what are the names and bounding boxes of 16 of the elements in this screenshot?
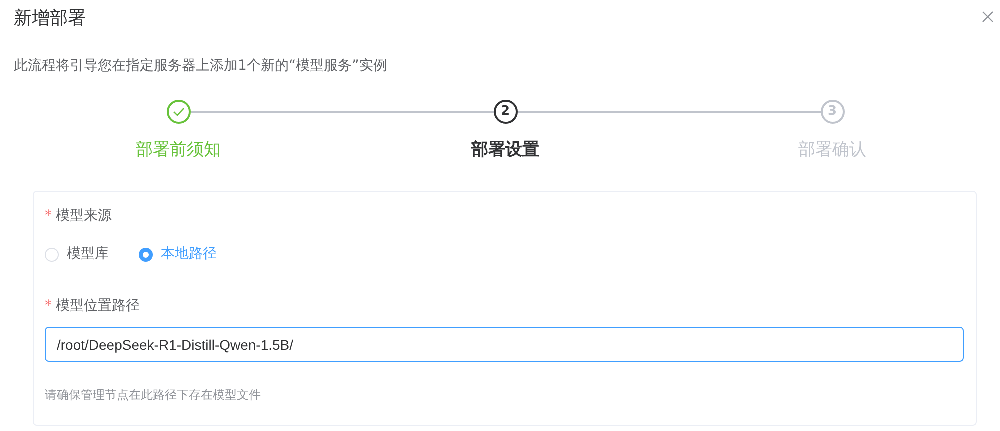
required-mark: *: [45, 207, 52, 226]
field-label: 模型来源: [56, 207, 112, 226]
dialog-description: 此流程将引导您在指定服务器上添加1个新的“模型服务”实例: [14, 56, 388, 76]
radio-option[interactable]: 模型库: [45, 244, 109, 266]
step-label: 部署设置: [472, 138, 540, 162]
field-hint: 请确保管理节点在此路径下存在模型文件: [45, 387, 262, 404]
required-mark: *: [45, 297, 52, 316]
field-label: 模型位置路径: [56, 297, 140, 316]
step-label: 部署前须知: [136, 138, 221, 162]
dialog-title: 新增部署: [14, 8, 86, 30]
path-input[interactable]: /root/DeepSeek-R1-Distill-Qwen-1.5B/: [45, 327, 964, 362]
step-indicator: 3: [820, 100, 844, 124]
check-icon: [172, 106, 184, 117]
step-indicator: 2: [494, 100, 518, 124]
step-label: 部署确认: [798, 138, 866, 162]
close-icon: [982, 11, 994, 24]
